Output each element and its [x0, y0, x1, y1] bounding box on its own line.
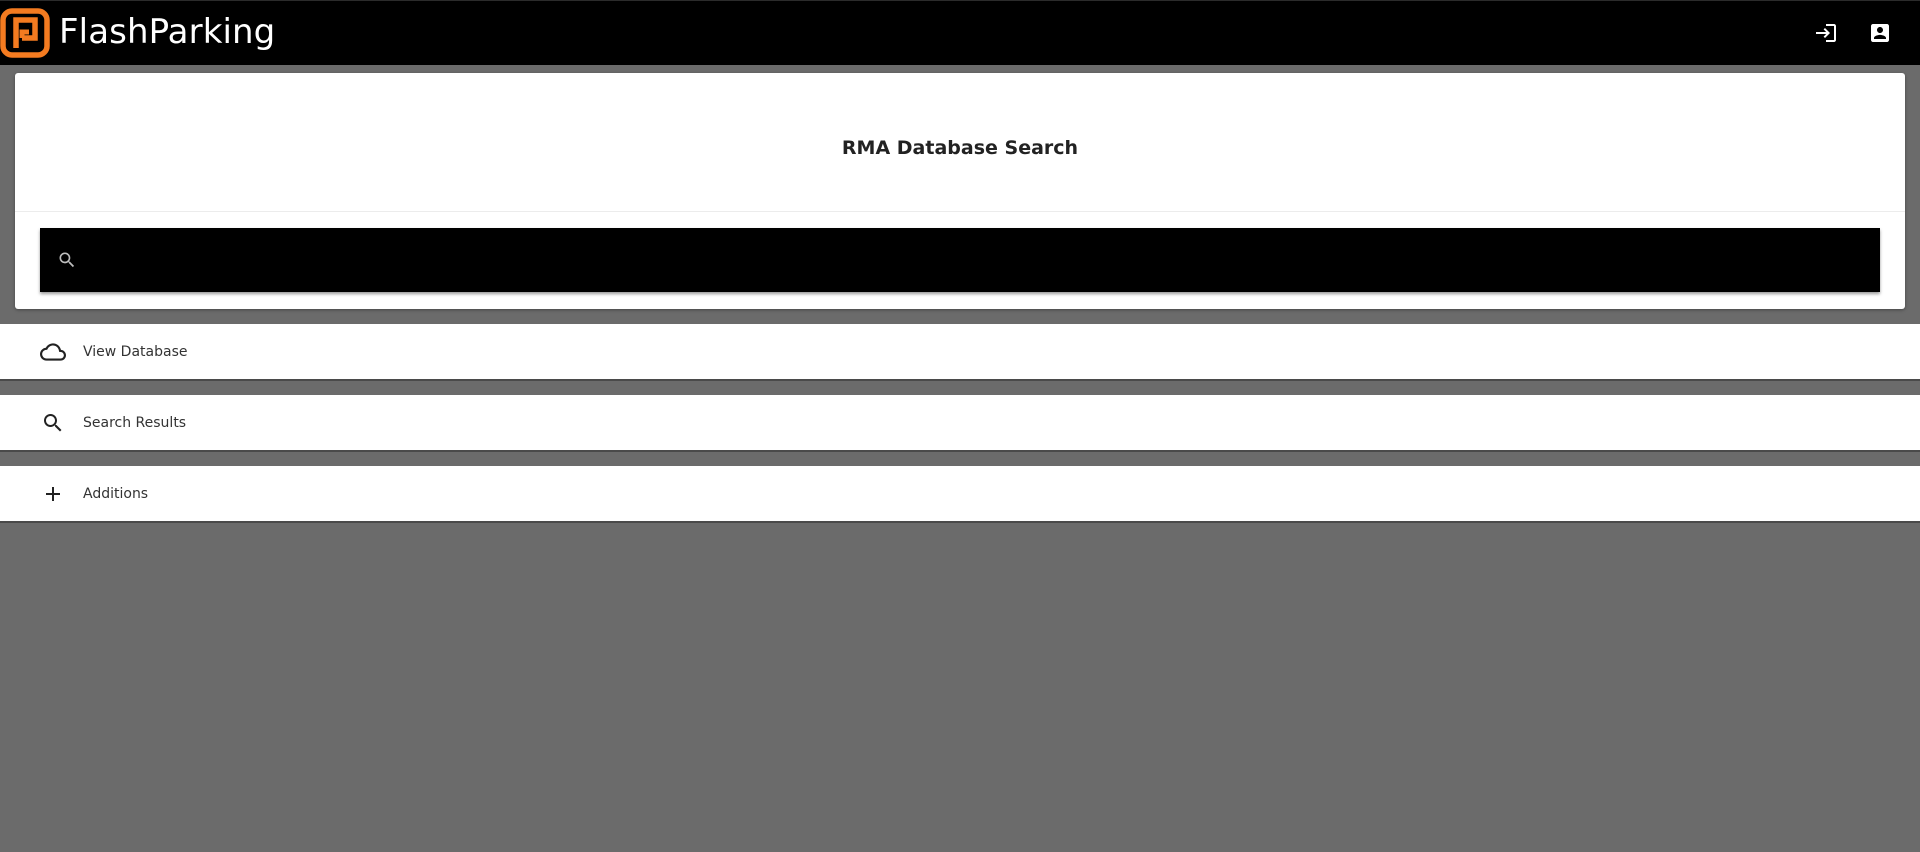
- search-icon: [56, 249, 78, 271]
- search-bar[interactable]: [40, 228, 1880, 292]
- nav-item-label: View Database: [83, 343, 188, 360]
- flashparking-logo-icon: [0, 8, 50, 58]
- card-header: RMA Database Search: [15, 73, 1905, 212]
- account-box-icon: [1871, 24, 1889, 42]
- brand[interactable]: FlashParking: [0, 1, 275, 65]
- search-icon: [38, 408, 68, 438]
- brand-name: FlashParking: [59, 12, 276, 52]
- nav-item-additions[interactable]: Additions: [0, 466, 1920, 523]
- top-app-bar: FlashParking: [0, 0, 1920, 65]
- nav-item-label: Additions: [83, 485, 149, 502]
- nav-item-search-results[interactable]: Search Results: [0, 395, 1920, 452]
- topbar-actions: [1804, 1, 1902, 65]
- search-input[interactable]: [78, 228, 1880, 292]
- page-title: RMA Database Search: [841, 137, 1079, 159]
- plus-icon: [38, 479, 68, 509]
- login-button[interactable]: [1804, 11, 1848, 55]
- login-icon: [1816, 24, 1836, 42]
- nav-item-view-database[interactable]: View Database: [0, 324, 1920, 381]
- cloud-icon: [38, 337, 68, 367]
- account-button[interactable]: [1858, 11, 1902, 55]
- search-card: RMA Database Search: [15, 73, 1905, 309]
- nav-item-label: Search Results: [83, 414, 187, 431]
